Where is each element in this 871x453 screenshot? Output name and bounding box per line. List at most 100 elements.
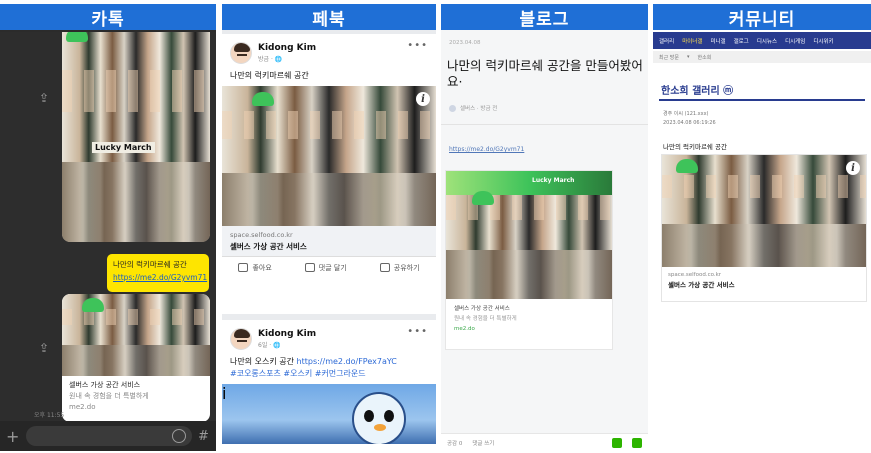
share-button[interactable]: 공유하기: [379, 263, 420, 273]
like-count[interactable]: 공감 0: [447, 439, 462, 447]
comparison-collage: 카톡 Lucky March ⇪ 나만의 럭키마르쉐 공간 https://me…: [0, 0, 871, 453]
profile-icon: [449, 104, 456, 112]
blog-post-body[interactable]: 2023.04.08 나만의 럭키마르쉐 공간을 만들어봤어요· 셀버스 · 방…: [441, 32, 648, 451]
facebook-feed[interactable]: Kidong Kim 방금 · 🌐 ••• 나만의 럭키마르쉐 공간 i spa…: [222, 32, 436, 451]
blog-card-source: me2.do: [454, 326, 475, 332]
more-icon[interactable]: •••: [407, 326, 428, 337]
post-author[interactable]: 경주 이씨: [663, 111, 683, 117]
photo-sign-text: Lucky March: [532, 177, 575, 184]
post-author[interactable]: Kidong Kim: [258, 329, 316, 340]
comment-label: 댓글 달기: [318, 263, 347, 272]
post-text: 나만의 럭키마르쉐 공간: [230, 71, 309, 80]
chevron-down-icon[interactable]: ▾: [687, 54, 690, 60]
recent-visit-item[interactable]: 한소희: [698, 54, 712, 61]
photo-sign-text: Lucky March: [92, 142, 155, 153]
comment-button[interactable]: 댓글 달기: [304, 263, 347, 273]
blog-author[interactable]: 셀버스 · 방금 전: [449, 104, 497, 112]
info-icon[interactable]: i: [846, 161, 860, 175]
kakao-card-title: 셀버스 가상 공간 서비스: [69, 381, 141, 389]
share-arrow-icon: [379, 263, 390, 272]
recent-visits-bar: 최근 방문 ▾ 한소희: [653, 51, 871, 63]
naver-save-icon[interactable]: [632, 437, 642, 448]
kakao-shared-photo[interactable]: Lucky March: [62, 32, 210, 242]
info-icon[interactable]: i: [222, 384, 436, 403]
emoji-icon[interactable]: [172, 429, 186, 443]
nav-item[interactable]: 미니갤: [710, 37, 725, 45]
card-domain: space.selfood.co.kr: [668, 272, 722, 278]
gallery-title[interactable]: 한소희 갤러리 ⓜ: [661, 82, 733, 97]
blog-panel: 블로그 2023.04.08 나만의 럭키마르쉐 공간을 만들어봤어요· 셀버스…: [441, 4, 648, 451]
share-icon[interactable]: ⇪: [36, 90, 52, 106]
post-ip: (121.xxx): [684, 111, 709, 117]
blog-card-desc: 원내 속 경험을 더 특별하게: [454, 316, 517, 322]
kakao-message-text: 나만의 럭키마르쉐 공간: [113, 260, 187, 269]
post-meta: 경주 이씨 (121.xxx) 2023.04.08 06:19:26: [663, 110, 716, 128]
post-hashtags[interactable]: #코오롱스포츠 #오스키 #커먼그라운드: [230, 369, 366, 378]
kakao-message-bubble[interactable]: 나만의 럭키마르쉐 공간 https://me2.do/G2yvm71: [107, 254, 209, 292]
community-page[interactable]: 갤러리 마이너갤 미니갤 갤로그 디시뉴스 디시게임 디시위키 최근 방문 ▾ …: [653, 32, 871, 451]
community-card-image: i: [662, 155, 866, 267]
thumbs-up-icon: [238, 263, 249, 272]
like-button[interactable]: 좋아요: [238, 263, 272, 273]
nav-item[interactable]: 디시위키: [813, 37, 833, 45]
community-link-preview-card[interactable]: i space.selfood.co.kr 셀버스 가상 공간 서비스: [661, 154, 867, 302]
share-icon[interactable]: ⇪: [36, 340, 52, 356]
nav-item[interactable]: 디시뉴스: [757, 37, 777, 45]
more-icon[interactable]: •••: [407, 40, 428, 51]
blog-bottom-bar: 공감 0 댓글 쓰기: [441, 433, 648, 451]
avatar[interactable]: [230, 328, 252, 350]
link-title: 셀버스 가상 공간 서비스: [230, 242, 307, 251]
kakao-card-desc: 원내 속 경험을 더 특별하게: [69, 392, 149, 400]
kakao-card-source: me2.do: [69, 403, 96, 411]
kakao-message-link[interactable]: https://me2.do/G2yvm71: [113, 271, 207, 284]
naver-share-icon[interactable]: [612, 437, 622, 448]
recent-visit-label[interactable]: 최근 방문: [659, 54, 679, 61]
comment-link[interactable]: 댓글 쓰기: [472, 439, 494, 447]
blog-card-title: 셀버스 가상 공간 서비스: [454, 306, 510, 312]
facebook-post-image[interactable]: i: [222, 86, 436, 226]
post-author[interactable]: Kidong Kim: [258, 43, 316, 54]
post-link[interactable]: https://me2.do/FPex7aYC: [297, 357, 397, 366]
post-text-prefix: 나만의 오스키 공간: [230, 357, 297, 366]
facebook-post-image[interactable]: i: [222, 384, 436, 444]
post-date: 2023.04.08 06:19:26: [663, 120, 716, 126]
kakao-header: 카톡: [0, 4, 216, 30]
nav-item[interactable]: 마이너갤: [682, 37, 702, 45]
facebook-link-preview[interactable]: space.selfood.co.kr 셀버스 가상 공간 서비스: [222, 226, 436, 256]
post-date: 2023.04.08: [449, 40, 481, 46]
facebook-action-bar: 좋아요 댓글 달기 공유하기: [222, 256, 436, 278]
facebook-header: 페북: [222, 4, 436, 30]
facebook-post: Kidong Kim 6일 · 🌐 ••• 나만의 오스키 공간 https:/…: [222, 320, 436, 451]
blog-card-image: Lucky March: [446, 171, 612, 299]
nav-item[interactable]: 디시게임: [785, 37, 805, 45]
nav-item[interactable]: 갤러리: [659, 37, 674, 45]
plus-icon[interactable]: +: [6, 427, 20, 446]
card-title: 셀버스 가상 공간 서비스: [668, 281, 735, 289]
share-label: 공유하기: [393, 263, 420, 272]
facebook-post: Kidong Kim 방금 · 🌐 ••• 나만의 럭키마르쉐 공간 i spa…: [222, 34, 436, 314]
post-text: 나만의 오스키 공간 https://me2.do/FPex7aYC #코오롱스…: [222, 352, 436, 384]
post-time: 6일 · 🌐: [258, 342, 281, 349]
link-domain: space.selfood.co.kr: [230, 231, 293, 239]
kakao-link-preview-card[interactable]: 셀버스 가상 공간 서비스 원내 속 경험을 더 특별하게 me2.do: [62, 294, 210, 422]
blog-link-preview-card[interactable]: Lucky March 셀버스 가상 공간 서비스 원내 속 경험을 더 특별하…: [445, 170, 613, 350]
info-icon[interactable]: i: [416, 92, 430, 106]
kakao-input-bar: + #: [0, 421, 216, 451]
divider: [441, 124, 648, 125]
kakao-panel: 카톡 Lucky March ⇪ 나만의 럭키마르쉐 공간 https://me…: [0, 4, 216, 451]
avatar[interactable]: [230, 42, 252, 64]
community-panel: 커뮤니티 갤러리 마이너갤 미니갤 갤로그 디시뉴스 디시게임 디시위키 최근 …: [653, 4, 871, 451]
kakao-chat-body[interactable]: Lucky March ⇪ 나만의 럭키마르쉐 공간 https://me2.d…: [0, 32, 216, 451]
kakao-message-input[interactable]: [26, 426, 192, 446]
blog-header: 블로그: [441, 4, 648, 30]
blog-post-title: 나만의 럭키마르쉐 공간을 만들어봤어요·: [447, 58, 643, 89]
divider: [659, 99, 865, 101]
like-label: 좋아요: [252, 263, 272, 272]
blog-link[interactable]: https://me2.do/G2yvm71: [449, 146, 524, 153]
hash-icon[interactable]: #: [198, 429, 210, 444]
nav-item[interactable]: 갤로그: [734, 37, 749, 45]
kakao-card-image: [62, 294, 210, 376]
kakao-message-time: 오후 11:55: [34, 412, 65, 419]
post-text: 나만의 럭키마르쉐 공간: [663, 143, 727, 151]
facebook-panel: 페북 Kidong Kim 방금 · 🌐 ••• 나만의 럭키마르쉐 공간 i: [222, 4, 436, 451]
